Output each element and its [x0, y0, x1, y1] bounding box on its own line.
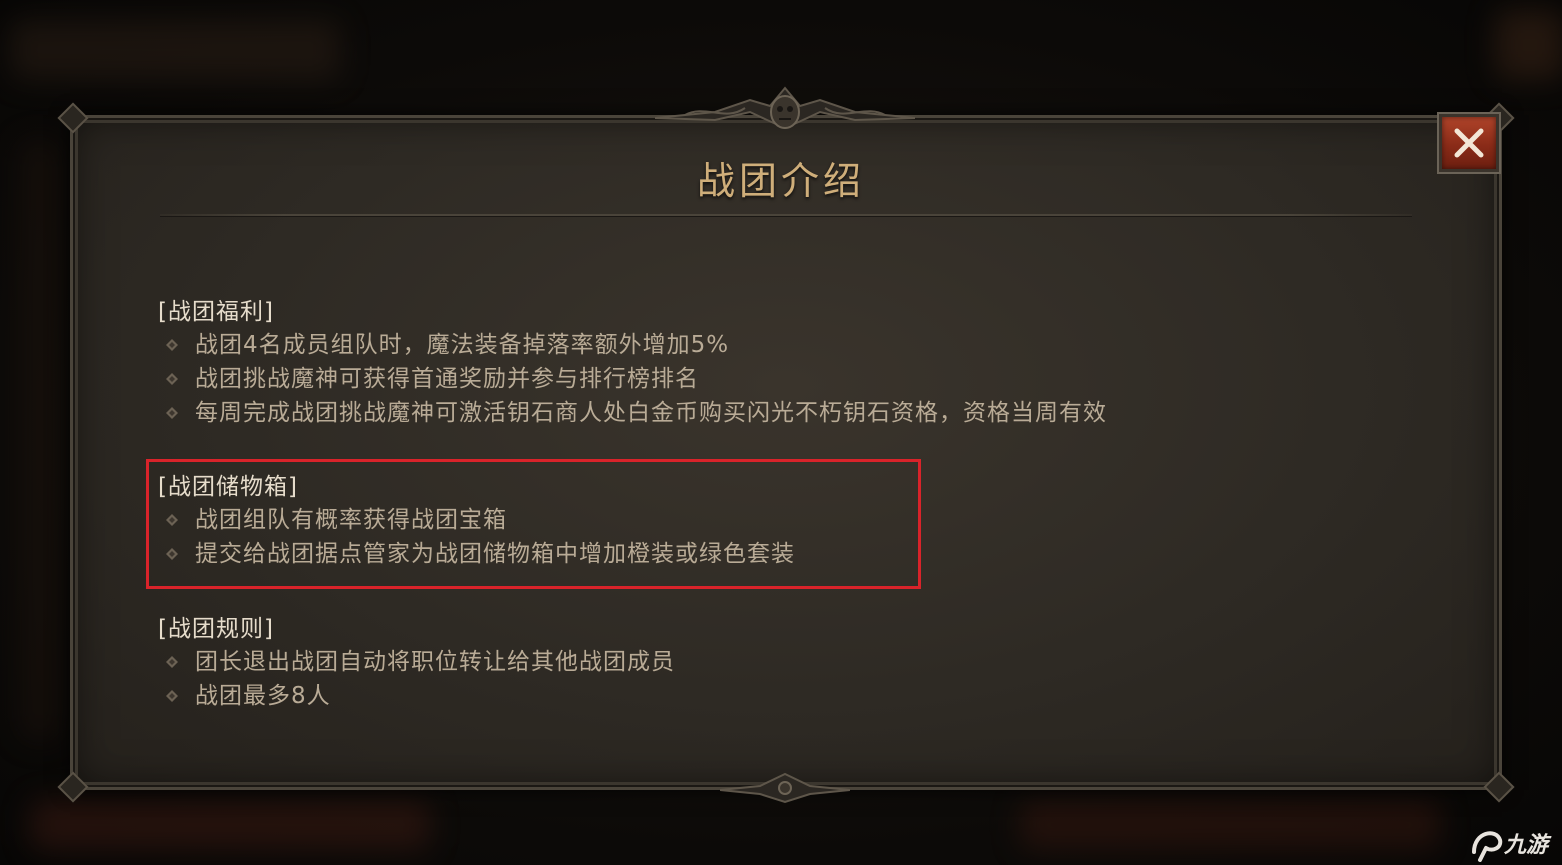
list-item: 每周完成战团挑战魔神可激活钥石商人处白金币购买闪光不朽钥石资格，资格当周有效 [158, 396, 1107, 430]
bullet-list: 战团4名成员组队时，魔法装备掉落率额外增加5% 战团挑战魔神可获得首通奖励并参与… [158, 328, 1107, 430]
diamond-bullet-icon [166, 548, 178, 560]
list-item: 团长退出战团自动将职位转让给其他战团成员 [158, 645, 675, 679]
close-x-icon [1454, 128, 1484, 158]
frame-corner-ornament [1483, 771, 1515, 803]
section-heading: [战团规则] [158, 616, 274, 642]
list-item-text: 战团组队有概率获得战团宝箱 [195, 507, 507, 533]
list-item-text: 战团挑战魔神可获得首通奖励并参与排行榜排名 [195, 366, 699, 392]
list-item: 战团最多8人 [158, 679, 675, 713]
blurred-background [30, 800, 430, 850]
list-item: 战团4名成员组队时，魔法装备掉落率额外增加5% [158, 328, 1107, 362]
dialog-title: 战团介绍 [696, 159, 865, 203]
game-screen: 战团介绍 [战团福利] 战团4名成员组队时，魔法装备掉落率额外增加5% 战团挑战… [0, 0, 1562, 865]
bullet-list: 战团组队有概率获得战团宝箱 提交给战团据点管家为战团储物箱中增加橙装或绿色套装 [158, 503, 795, 571]
diamond-bullet-icon [166, 339, 178, 351]
blurred-background [1495, 10, 1562, 80]
frame-corner-ornament [57, 771, 89, 803]
list-item: 战团挑战魔神可获得首通奖励并参与排行榜排名 [158, 362, 1107, 396]
blurred-background [10, 20, 340, 80]
section-heading: [战团福利] [158, 299, 274, 325]
section-guild-rules: [战团规则] 团长退出战团自动将职位转让给其他战团成员 战团最多8人 [158, 613, 675, 713]
blurred-background [1020, 800, 1440, 850]
section-guild-storage: [战团储物箱] 战团组队有概率获得战团宝箱 提交给战团据点管家为战团储物箱中增加… [158, 471, 795, 571]
blurred-background [20, 140, 60, 740]
close-button[interactable] [1439, 114, 1499, 172]
frame-corner-ornament [57, 102, 89, 134]
bottom-crest-ornament-icon [720, 772, 850, 804]
title-divider [160, 214, 1412, 216]
jiuyou-logo-icon: 九游 [1472, 831, 1552, 862]
list-item-text: 提交给战团据点管家为战团储物箱中增加橙装或绿色套装 [195, 541, 795, 567]
list-item-text: 团长退出战团自动将职位转让给其他战团成员 [195, 649, 675, 675]
diamond-bullet-icon [166, 514, 178, 526]
diamond-bullet-icon [166, 407, 178, 419]
diamond-bullet-icon [166, 690, 178, 702]
section-heading: [战团储物箱] [158, 474, 298, 500]
diamond-bullet-icon [166, 373, 178, 385]
list-item-text: 战团4名成员组队时，魔法装备掉落率额外增加5% [195, 332, 730, 358]
list-item: 提交给战团据点管家为战团储物箱中增加橙装或绿色套装 [158, 537, 795, 571]
bullet-list: 团长退出战团自动将职位转让给其他战团成员 战团最多8人 [158, 645, 675, 713]
section-guild-benefits: [战团福利] 战团4名成员组队时，魔法装备掉落率额外增加5% 战团挑战魔神可获得… [158, 296, 1107, 430]
diamond-bullet-icon [166, 656, 178, 668]
list-item: 战团组队有概率获得战团宝箱 [158, 503, 795, 537]
skull-crest-ornament-icon [655, 86, 915, 130]
list-item-text: 战团最多8人 [195, 683, 331, 709]
watermark-text: 九游 [1503, 833, 1552, 858]
list-item-text: 每周完成战团挑战魔神可激活钥石商人处白金币购买闪光不朽钥石资格，资格当周有效 [195, 400, 1107, 426]
